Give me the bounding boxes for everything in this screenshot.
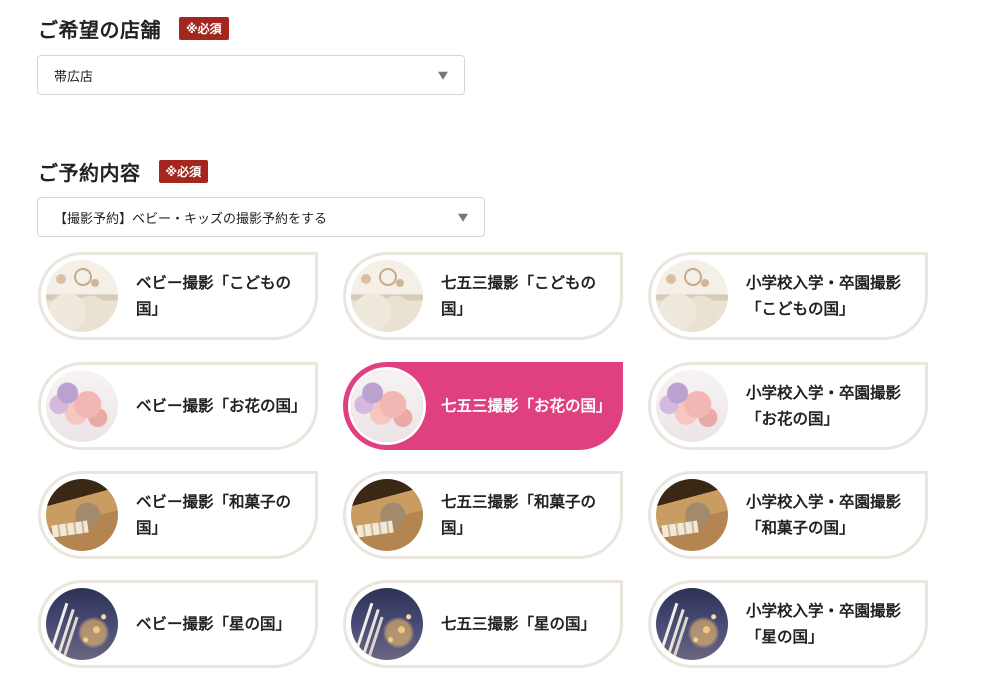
plan-thumbnail-image [351,260,423,332]
plan-card-label: ベビー撮影「星の国」 [136,611,291,637]
plan-card-label: 小学校入学・卒園撮影 「お花の国」 [746,380,901,432]
plan-card-label-line1: ベビー撮影「和菓子の [136,493,292,511]
plan-card-label-line1: 小学校入学・卒園撮影 [746,384,902,402]
plan-card-label: 小学校入学・卒園撮影 「こどもの国」 [746,270,901,322]
plan-thumbnail-image [46,370,118,442]
plan-card-label: ベビー撮影「和菓子の 国」 [136,489,291,541]
reservation-select-value: 【撮影予約】ベビー・キッズの撮影予約をする [54,211,328,227]
plan-card-label: 七五三撮影「和菓子の 国」 [441,489,596,541]
plan-card-label-line2: 「こどもの国」 [746,300,855,318]
plan-thumbnail-image [46,260,118,332]
plan-card-label-line1: 七五三撮影「お花の国」 [441,397,612,415]
plan-thumbnail-image [46,588,118,660]
plan-card[interactable]: 七五三撮影「お花の国」 [343,362,623,450]
plan-card[interactable]: ベビー撮影「星の国」 [38,580,318,668]
store-select[interactable]: 帯広店 [37,55,465,95]
plan-thumbnail-image [351,479,423,551]
plan-card[interactable]: ベビー撮影「和菓子の 国」 [38,471,318,559]
plan-card-label: 七五三撮影「お花の国」 [441,393,612,419]
plan-thumbnail-image [656,479,728,551]
plan-card-label-line2: 国」 [441,300,473,318]
required-badge: ※必須 [179,17,229,40]
reservation-section-header: ご予約内容 ※必須 [38,157,209,186]
plan-thumbnail-image [656,588,728,660]
plan-thumbnail-image [351,588,423,660]
plan-thumbnail-image [351,370,423,442]
store-section-header: ご希望の店舗 ※必須 [38,14,229,43]
required-badge: ※必須 [158,160,209,183]
plan-card-label-line1: 小学校入学・卒園撮影 [746,493,902,511]
store-section-title: ご希望の店舗 [38,18,161,42]
plan-card[interactable]: 七五三撮影「こどもの 国」 [343,252,623,340]
plan-card-label-line2: 国」 [441,519,473,537]
plan-card-label-line1: ベビー撮影「こどもの [136,274,292,292]
plan-card-label-line1: 七五三撮影「和菓子の [441,493,597,511]
plan-card-label: 七五三撮影「星の国」 [441,611,596,637]
plan-card-label-line1: ベビー撮影「お花の国」 [136,397,307,415]
plan-card-label-line1: ベビー撮影「星の国」 [136,615,292,633]
plan-card-label-line1: 小学校入学・卒園撮影 [746,602,902,620]
plan-card-label: 七五三撮影「こどもの 国」 [441,270,596,322]
chevron-down-icon [438,71,448,80]
plan-card[interactable]: ベビー撮影「お花の国」 [38,362,318,450]
plan-card[interactable]: 小学校入学・卒園撮影 「和菓子の国」 [648,471,928,559]
plan-card-label-line1: 七五三撮影「こどもの [441,274,597,292]
plan-card-label-line1: 小学校入学・卒園撮影 [746,274,902,292]
reservation-section-title: ご予約内容 [38,161,141,185]
plan-card-label-line1: 七五三撮影「星の国」 [441,615,597,633]
plan-card[interactable]: ベビー撮影「こどもの 国」 [38,252,318,340]
plan-thumbnail-image [656,370,728,442]
plan-card[interactable]: 小学校入学・卒園撮影 「星の国」 [648,580,928,668]
plan-card-label-line2: 国」 [136,300,168,318]
plan-card-label-line2: 「星の国」 [746,628,824,646]
plan-card-label-line2: 「お花の国」 [746,410,840,428]
chevron-down-icon [458,213,468,222]
plan-card-label-line2: 国」 [136,519,168,537]
plan-thumbnail-image [656,260,728,332]
plan-thumbnail-image [46,479,118,551]
plan-card[interactable]: 小学校入学・卒園撮影 「お花の国」 [648,362,928,450]
plan-card[interactable]: 七五三撮影「和菓子の 国」 [343,471,623,559]
plan-card-label: ベビー撮影「こどもの 国」 [136,270,291,322]
reservation-type-select[interactable]: 【撮影予約】ベビー・キッズの撮影予約をする [37,197,485,237]
plan-card-label: 小学校入学・卒園撮影 「星の国」 [746,598,901,650]
plan-card-label: ベビー撮影「お花の国」 [136,393,307,419]
plan-card[interactable]: 七五三撮影「星の国」 [343,580,623,668]
store-select-value: 帯広店 [54,69,94,85]
plan-card-label-line2: 「和菓子の国」 [746,519,855,537]
plan-card-label: 小学校入学・卒園撮影 「和菓子の国」 [746,489,901,541]
plan-card[interactable]: 小学校入学・卒園撮影 「こどもの国」 [648,252,928,340]
